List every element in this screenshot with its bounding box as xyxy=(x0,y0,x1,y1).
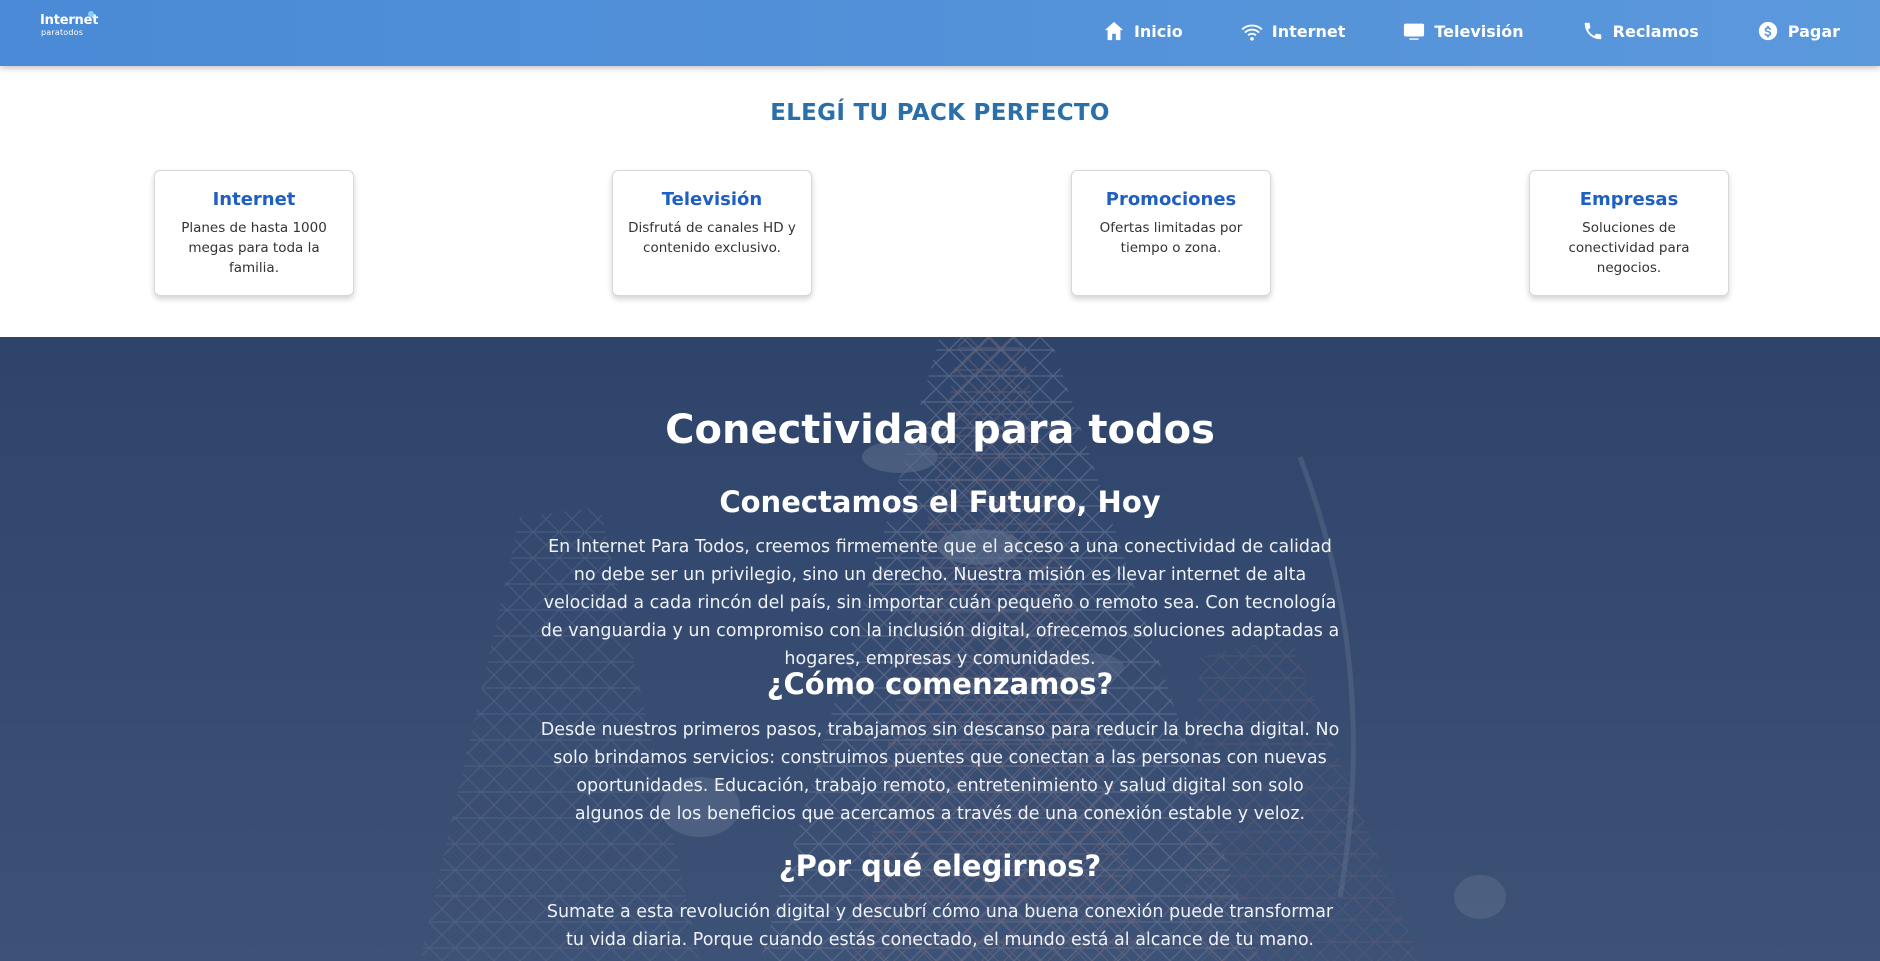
tv-icon xyxy=(1404,23,1425,40)
nav-item-label: Inicio xyxy=(1133,21,1183,41)
phone-icon xyxy=(1584,22,1601,40)
wifi-icon xyxy=(1241,24,1263,41)
home-icon xyxy=(1104,21,1124,41)
site-logo[interactable]: Internet paratodos xyxy=(40,11,100,40)
nav-item-television[interactable]: Televisión xyxy=(1403,20,1524,42)
nav-item-label: Televisión xyxy=(1434,21,1524,41)
nav-item-label: Reclamos xyxy=(1612,21,1699,41)
card-title: Televisión xyxy=(661,189,763,210)
logo-dot xyxy=(88,11,94,17)
card-title: Promociones xyxy=(1105,189,1237,210)
hero-title: Conectividad para todos xyxy=(665,407,1215,453)
section-text: En Internet Para Todos, creemos firmemen… xyxy=(540,537,1340,669)
section-heading: Conectamos el Futuro, Hoy xyxy=(719,485,1161,519)
top-navbar: Internet paratodos Inicio Internet Telev… xyxy=(0,0,1880,66)
pack-card-promociones[interactable]: Promociones Ofertas limitadas por tiempo… xyxy=(1071,170,1271,296)
pack-card-empresas[interactable]: Empresas Soluciones de conectividad para… xyxy=(1529,170,1729,296)
card-description: Soluciones de conectividad para negocios… xyxy=(1568,220,1690,276)
nav-item-pagar[interactable]: Pagar xyxy=(1757,20,1840,42)
nav-item-internet[interactable]: Internet xyxy=(1241,20,1346,42)
logo-line2: paratodos xyxy=(41,28,84,37)
nav-item-inicio[interactable]: Inicio xyxy=(1103,20,1183,42)
nav-item-reclamos[interactable]: Reclamos xyxy=(1582,20,1699,42)
card-description: Disfrutá de canales HD y contenido exclu… xyxy=(628,220,796,256)
section-heading: ¿Por qué elegirnos? xyxy=(778,849,1102,883)
nav-item-label: Internet xyxy=(1271,21,1346,41)
section-text: Sumate a esta revolución digital y descu… xyxy=(546,902,1334,950)
card-description: Planes de hasta 1000 megas para toda la … xyxy=(181,220,327,276)
main-nav: Inicio Internet Televisión Reclamos Paga… xyxy=(1045,0,1840,62)
hero-section: Conectividad para todos Conectamos el Fu… xyxy=(0,337,1880,961)
section-heading: ¿Cómo comenzamos? xyxy=(766,667,1114,701)
dollar-coin-icon xyxy=(1758,21,1777,41)
card-title: Internet xyxy=(212,189,296,210)
section-text: Desde nuestros primeros pasos, trabajamo… xyxy=(540,720,1340,824)
pack-card-internet[interactable]: Internet Planes de hasta 1000 megas para… xyxy=(154,170,354,296)
nav-item-label: Pagar xyxy=(1787,21,1840,41)
packs-title: ELEGÍ TU PACK PERFECTO xyxy=(770,100,1110,126)
card-description: Ofertas limitadas por tiempo o zona. xyxy=(1099,220,1243,256)
card-title: Empresas xyxy=(1579,189,1679,210)
pack-card-television[interactable]: Televisión Disfrutá de canales HD y cont… xyxy=(612,170,812,296)
